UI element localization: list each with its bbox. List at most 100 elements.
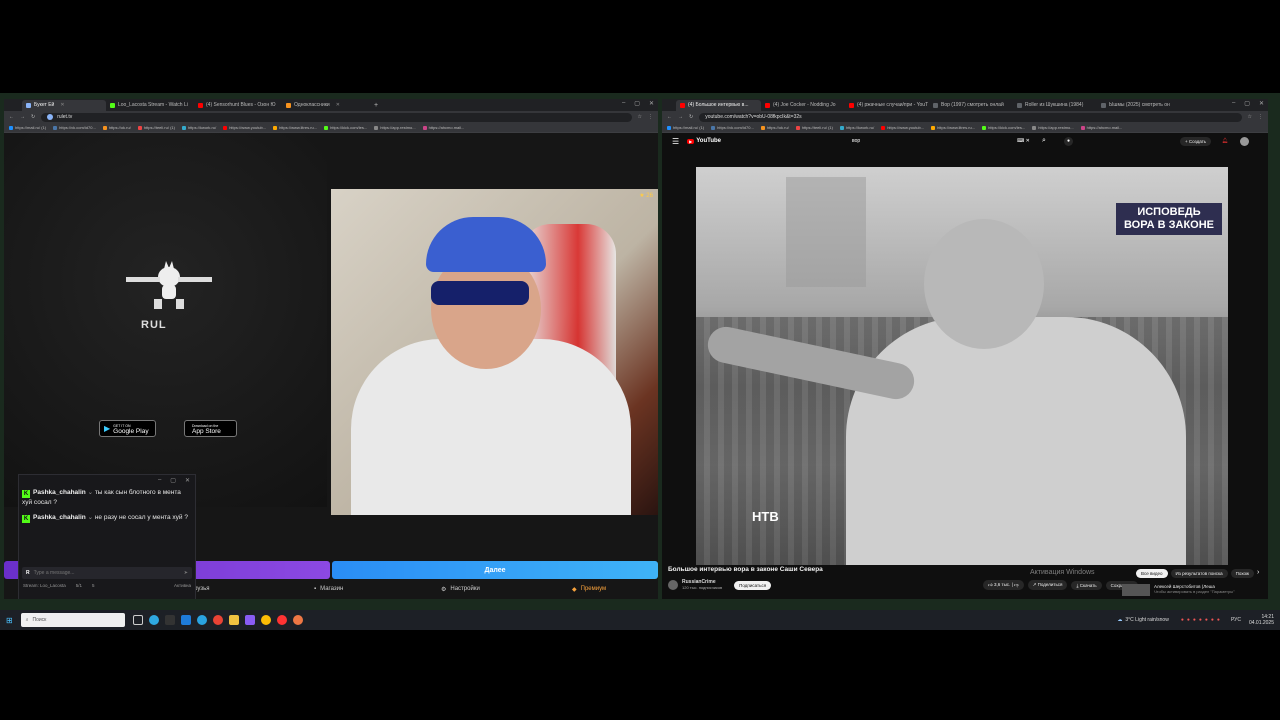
star-icon[interactable]: ☆ — [638, 114, 642, 120]
bookmark-item[interactable]: https://app.restmo... — [1032, 125, 1074, 130]
close-window-icon[interactable]: ✕ — [1259, 100, 1264, 107]
left-tab-3[interactable]: Одноклассники ✕ — [282, 100, 370, 111]
left-tab-2[interactable]: (4) Sensorhunt Blues - Озон Ю ✕ — [194, 100, 282, 111]
bookmark-item[interactable]: https://mail.ru/ (1) — [667, 125, 704, 130]
search-icon[interactable]: ⌕ — [1042, 137, 1046, 145]
star-icon[interactable]: ☆ — [1248, 114, 1252, 120]
left-tab-1[interactable]: Loo_Lacosta Stream - Watch Li ✕ — [106, 100, 194, 111]
back-icon[interactable]: ← — [9, 114, 14, 120]
minimize-icon[interactable]: – — [158, 477, 161, 483]
hamburger-menu-icon[interactable]: ☰ — [672, 137, 679, 146]
task-view-icon[interactable] — [132, 615, 143, 625]
bookmark-item[interactable]: https://kick.com/les... — [324, 125, 367, 130]
bookmark-item[interactable]: https://ok.ru/ — [102, 125, 131, 130]
edge-icon[interactable] — [148, 615, 159, 625]
app-store-button[interactable]: Download on the App Store — [184, 420, 237, 437]
chip-all-videos[interactable]: Все видео — [1136, 569, 1168, 578]
bookmark-item[interactable]: https://www.litres.ru... — [273, 125, 317, 130]
chat-username[interactable]: Pashka_chahalin — [33, 489, 86, 496]
send-icon[interactable]: ➤ — [184, 570, 188, 576]
bookmark-item[interactable]: https://kwork.ru/ — [839, 125, 874, 130]
bookmark-item[interactable]: https://mail.ru/ (1) — [9, 125, 46, 130]
weather-icon[interactable]: ☁ — [1117, 617, 1122, 623]
bookmark-item[interactable]: https://kwork.ru/ — [181, 125, 216, 130]
menu-icon[interactable]: ⋮ — [648, 114, 653, 120]
left-tab-0[interactable]: Букет Ей ✕ — [22, 99, 106, 111]
mic-icon[interactable]: ● — [1064, 136, 1073, 146]
bookmark-item[interactable]: https://app.restmo... — [374, 125, 416, 130]
telegram-icon[interactable] — [196, 615, 207, 625]
address-field[interactable]: rulet.tv — [41, 112, 632, 122]
right-tab-2[interactable]: (4) ржачные случаи/при - YouT — [845, 100, 929, 111]
bookmark-item[interactable]: https://www.youtub... — [881, 125, 924, 130]
store-icon[interactable] — [180, 615, 191, 625]
clock[interactable]: 14:21 04.01.2025 — [1249, 614, 1274, 626]
recommended-item[interactable]: Алексей Шерстобитов (Леша Чтобы активиро… — [1122, 584, 1235, 596]
video-player[interactable]: ИСПОВЕДЬ ВОРА В ЗАКОНЕ НТВ — [696, 167, 1228, 565]
share-button[interactable]: ↗ Поделиться — [1027, 580, 1068, 590]
google-play-button[interactable]: ▶ GET IT ON Google Play — [99, 420, 156, 437]
keyboard-icon[interactable]: ⌨ ✕ — [1017, 138, 1030, 144]
bookmark-item[interactable]: https://ahcmo.mail... — [422, 125, 464, 130]
bookmark-item[interactable]: https://ahcmo.mail... — [1080, 125, 1122, 130]
bookmark-item[interactable]: https://teeli.ru/ (1) — [137, 125, 175, 130]
reload-icon[interactable]: ↻ — [689, 114, 693, 120]
next-button[interactable]: Далее — [332, 561, 658, 579]
right-tab-1[interactable]: (4) Joe Cocker - Nodding Jo — [761, 100, 845, 111]
back-icon[interactable]: ← — [667, 114, 672, 120]
chip-from-search[interactable]: Из результатов поиска — [1170, 569, 1228, 578]
right-tab-5[interactable]: Ышмы (2025) смотреть он — [1097, 100, 1181, 111]
chrome-icon[interactable] — [260, 615, 271, 625]
create-button[interactable]: + Создать — [1180, 136, 1212, 146]
bookmark-item[interactable]: https://vk.com/id70... — [53, 125, 96, 130]
yandex-browser-icon[interactable] — [276, 615, 287, 625]
right-tab-3[interactable]: Вор (1997) смотреть онлай — [929, 100, 1013, 111]
notifications-icon[interactable]: 🔔︎ — [1222, 138, 1228, 144]
app-icon[interactable] — [244, 615, 255, 625]
terminal-icon[interactable] — [164, 615, 175, 625]
nav-settings[interactable]: ⚙ Настройки — [441, 586, 480, 593]
channel-avatar[interactable] — [668, 580, 678, 590]
close-icon[interactable]: ✕ — [185, 477, 190, 484]
youtube-logo[interactable]: ▶ YouTube — [687, 138, 721, 144]
windows-start-icon[interactable]: ⊞ — [6, 616, 13, 625]
bookmark-item[interactable]: https://vk.com/id70... — [711, 125, 754, 130]
thumbs-down-icon[interactable]: | 👎︎ — [1012, 582, 1019, 587]
minimize-icon[interactable]: – — [1232, 100, 1235, 107]
chevron-right-icon[interactable]: › — [1257, 569, 1259, 578]
new-tab-button[interactable]: + — [374, 102, 378, 109]
bookmark-item[interactable]: https://ok.ru/ — [760, 125, 789, 130]
like-button[interactable]: 👍︎ 3,6 тыс. | 👎︎ — [983, 580, 1024, 590]
folder-icon[interactable] — [228, 615, 239, 625]
weather-text[interactable]: 3°C Light rain/snow — [1125, 617, 1168, 623]
taskbar-search-input[interactable]: ⌕ Поиск — [20, 613, 125, 627]
tray-icons[interactable]: ●●●●●●● — [1181, 617, 1223, 623]
close-window-icon[interactable]: ✕ — [649, 100, 654, 107]
address-field[interactable]: youtube.com/watch?v=obU-08fkpcIk&t=32s — [699, 112, 1242, 122]
right-tab-0[interactable]: (4) Большое интервью в... — [676, 99, 761, 111]
browser-icon[interactable] — [292, 615, 303, 625]
chat-input[interactable]: R Type a message... ➤ — [22, 567, 192, 579]
maximize-icon[interactable]: ▢ — [170, 477, 176, 484]
chat-username[interactable]: Pashka_chahalin — [33, 514, 86, 521]
forward-icon[interactable]: → — [20, 114, 25, 120]
bookmark-item[interactable]: https://www.youtub... — [223, 125, 266, 130]
maximize-icon[interactable]: ▢ — [1244, 100, 1250, 107]
maximize-icon[interactable]: ▢ — [634, 100, 640, 107]
webcam-video[interactable]: ★ 26 — [331, 189, 658, 515]
bookmark-item[interactable]: https://teeli.ru/ (1) — [795, 125, 833, 130]
search-input[interactable]: вор — [852, 136, 1032, 146]
nav-premium[interactable]: ◆ Премиум — [572, 586, 606, 593]
subscribe-button[interactable]: Подписаться — [734, 580, 772, 590]
forward-icon[interactable]: → — [678, 114, 683, 120]
input-language[interactable]: РУС — [1231, 617, 1241, 623]
site-info-icon[interactable] — [47, 114, 54, 120]
nav-shop[interactable]: ▪ Магазин — [314, 586, 343, 592]
chip-related[interactable]: Похож — [1230, 569, 1254, 578]
right-tab-4[interactable]: Roller из Шукшина (1984) — [1013, 100, 1097, 111]
close-icon[interactable]: ✕ — [336, 102, 340, 108]
avatar[interactable] — [1240, 136, 1249, 146]
bookmark-item[interactable]: https://kick.com/les... — [982, 125, 1025, 130]
download-button[interactable]: ⤓ Скачать — [1071, 580, 1102, 590]
bookmark-item[interactable]: https://www.litres.ru... — [931, 125, 975, 130]
